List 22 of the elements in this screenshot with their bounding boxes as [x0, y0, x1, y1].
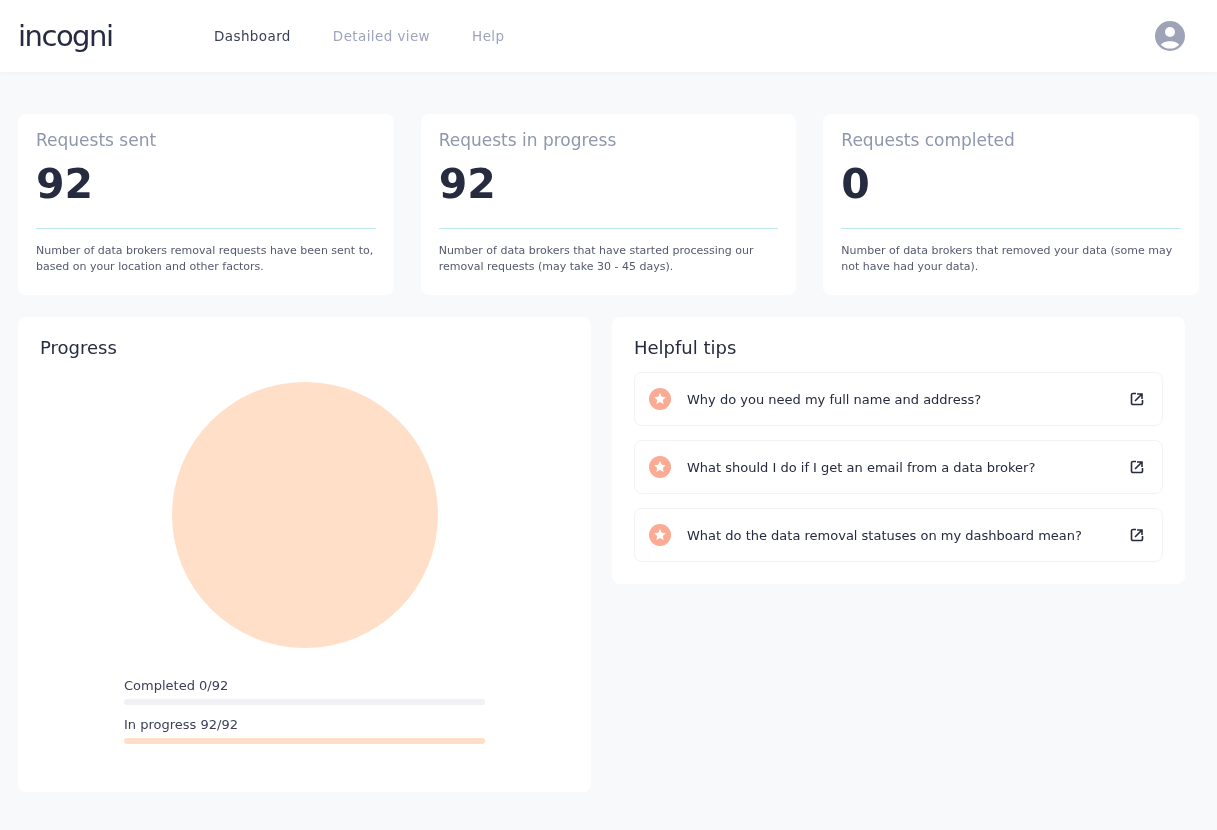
logo: incogni — [18, 19, 114, 53]
stat-title: Requests completed — [841, 130, 1016, 150]
stat-description: Number of data brokers that have started processing our removal requests (may take 30 - 45 days). — [438, 243, 755, 275]
stat-value: 92 — [438, 160, 497, 208]
card-title: Helpful tips — [634, 337, 738, 358]
tip-link[interactable]: Why do you need my full name and address? — [634, 372, 1163, 426]
external-link-icon — [1130, 528, 1144, 542]
external-link-icon — [1130, 460, 1144, 474]
tip-link[interactable]: What do the data removal statuses on my dashboard mean? — [634, 508, 1163, 562]
external-link-icon — [1130, 392, 1144, 406]
stat-title: Requests sent — [36, 130, 158, 150]
card-title: Progress — [40, 337, 118, 358]
nav-tab[interactable]: Dashboard — [214, 28, 291, 44]
avatar-icon[interactable] — [1155, 21, 1185, 51]
progress-label: Completed 0/92 — [124, 678, 230, 693]
stat-description: Number of data brokers that removed your data (some may not have had your data). — [841, 243, 1174, 275]
stat-value: 0 — [841, 160, 871, 208]
stat-value: 92 — [36, 160, 95, 208]
stat-title: Requests in progress — [438, 130, 618, 150]
progress-label: In progress 92/92 — [124, 717, 239, 732]
tip-link[interactable]: What should I do if I get an email from a data broker? — [634, 440, 1163, 494]
stat-description: Number of data brokers removal requests have been sent to, based on your location and other factors. — [36, 243, 375, 275]
